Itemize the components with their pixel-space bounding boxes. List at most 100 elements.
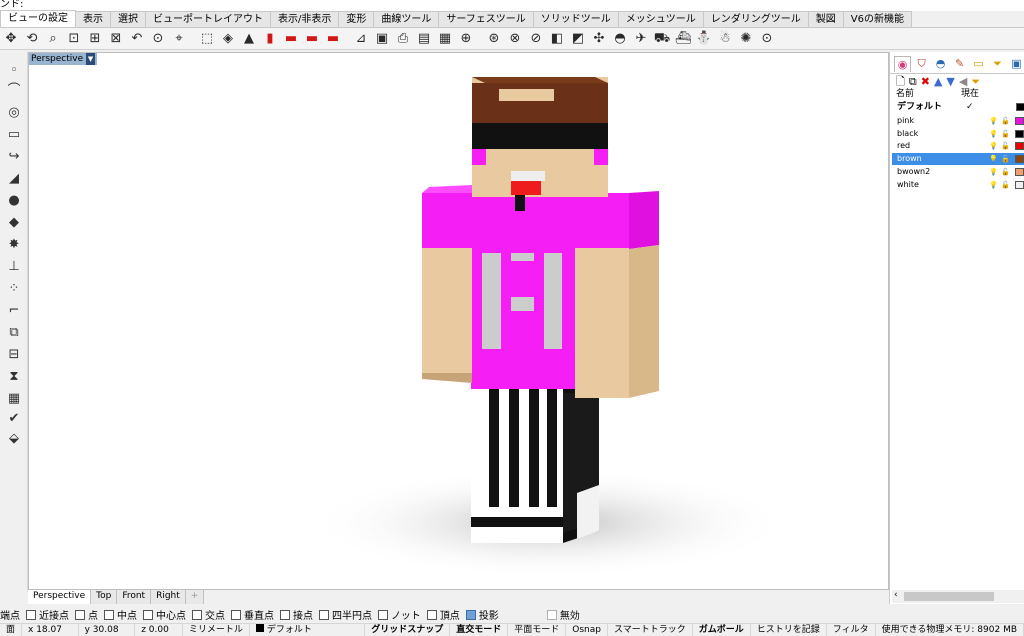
osnap-icon[interactable]: ⊙	[758, 30, 776, 48]
car-red2-icon[interactable]: ▬	[282, 30, 300, 48]
layer-color-swatch[interactable]	[1015, 117, 1024, 125]
checkbox-box[interactable]	[280, 609, 290, 620]
move-left-icon[interactable]: ◀	[959, 75, 967, 89]
car-icon[interactable]: ▲	[240, 30, 258, 48]
menu-tab[interactable]: メッシュツール	[617, 11, 704, 27]
lock-icon[interactable]: 🔓	[1001, 128, 1010, 140]
status-cplane[interactable]: 面	[0, 624, 23, 636]
osnap-checkbox[interactable]: 中心点	[143, 607, 186, 622]
lock-icon[interactable]: 🔓	[1001, 140, 1010, 152]
paint-bucket-icon[interactable]: ⬙	[4, 430, 24, 448]
folder-tab-icon[interactable]: ▭	[970, 56, 987, 72]
menu-tab[interactable]: 曲線ツール	[373, 11, 440, 27]
rectangle-icon[interactable]: ▭	[4, 126, 24, 144]
visibility-bulb-icon[interactable]: 💡	[989, 140, 998, 152]
viewport-menu-arrow-icon[interactable]: ▼	[86, 53, 96, 65]
osnap-checkbox[interactable]: 近接点	[26, 607, 69, 622]
target2-icon[interactable]: ⊗	[506, 30, 524, 48]
grid-icon[interactable]: ▦	[4, 390, 24, 408]
osnap-checkbox[interactable]: ノット	[378, 607, 421, 622]
checkbox-box[interactable]	[192, 609, 202, 620]
analyze-icon[interactable]: ⊟	[4, 346, 24, 364]
viewport-tab-front[interactable]: Front	[117, 590, 152, 604]
osnap-checkbox[interactable]: 点	[75, 607, 98, 622]
perspective-icon[interactable]: ⬚	[198, 30, 216, 48]
delete-layer-icon[interactable]: ✖	[921, 75, 930, 89]
dimension-icon[interactable]: ⊥	[4, 258, 24, 276]
move-down-icon[interactable]: ▼	[946, 75, 954, 89]
render-icon[interactable]: ⧗	[4, 368, 24, 386]
undo-view-icon[interactable]: ↶	[128, 30, 146, 48]
smarttrack-toggle[interactable]: スマートトラック	[608, 624, 693, 636]
walk-icon[interactable]: ☃	[716, 30, 734, 48]
menu-tab[interactable]: レンダリングツール	[702, 11, 809, 27]
viewport-tab-top[interactable]: Top	[91, 590, 118, 604]
layout-icon[interactable]: ▤	[415, 30, 433, 48]
cplane-icon[interactable]: ▦	[436, 30, 454, 48]
visibility-bulb-icon[interactable]: 💡	[989, 128, 998, 140]
menu-tab[interactable]: ソリッドツール	[532, 11, 619, 27]
layer-row[interactable]: red 💡 🔓	[892, 140, 1024, 152]
properties-tab-icon[interactable]: ⛉	[913, 56, 930, 72]
ortho-toggle[interactable]: 直交モード	[450, 624, 509, 636]
lock-icon[interactable]: 🔓	[1001, 115, 1010, 127]
lock-icon[interactable]: 🔓	[1001, 179, 1010, 191]
checkbox-box[interactable]	[104, 609, 114, 620]
object-props-icon[interactable]: ◧	[548, 30, 566, 48]
osnap-disable-checkbox[interactable]: 無効	[546, 607, 580, 622]
mesh-icon[interactable]: ◆	[4, 214, 24, 232]
add-viewport-icon[interactable]: +	[185, 590, 205, 604]
move-up-icon[interactable]: ▲	[934, 75, 942, 89]
planar-toggle[interactable]: 平面モード	[508, 624, 567, 636]
menu-tab[interactable]: 変形	[338, 11, 375, 27]
layer-color-swatch[interactable]	[1015, 129, 1024, 138]
materials-tab-icon[interactable]: ✎	[951, 56, 968, 72]
visibility-bulb-icon[interactable]: 💡	[989, 166, 998, 178]
check-icon[interactable]: ✔	[4, 410, 24, 428]
checkbox-box[interactable]	[75, 609, 85, 620]
layer-row[interactable]: brown 💡 🔓	[892, 153, 1024, 166]
checkbox-box[interactable]	[546, 609, 557, 620]
cplane-top-icon[interactable]: ◓	[611, 30, 629, 48]
menu-tab[interactable]: ビューの設定	[0, 10, 76, 27]
status-layer[interactable]: デフォルト	[250, 624, 366, 636]
set-cplane-icon[interactable]: ⊿	[352, 30, 370, 48]
layer-row-default[interactable]: デフォルト ✓	[892, 101, 1024, 113]
grid-snap-toggle[interactable]: グリッドスナップ	[365, 624, 451, 636]
new-sublayer-icon[interactable]: ⧉	[909, 75, 917, 89]
named-view-icon[interactable]: ⌖	[170, 30, 188, 48]
osnap-toggle[interactable]: Osnap	[566, 624, 608, 636]
layer-row[interactable]: black 💡 🔓	[892, 128, 1024, 140]
viewport-tab-right[interactable]: Right	[151, 590, 186, 604]
visibility-bulb-icon[interactable]: 💡	[989, 153, 998, 165]
display-tab-icon[interactable]: ▣	[1008, 56, 1024, 72]
filter-toggle[interactable]: フィルタ	[827, 624, 876, 636]
checkbox-box[interactable]	[143, 609, 153, 620]
menu-tab[interactable]: 表示	[75, 11, 111, 27]
osnap-checkbox[interactable]: 交点	[192, 607, 225, 622]
osnap-checkbox[interactable]: 接点	[280, 607, 313, 622]
layer-color-swatch[interactable]	[1015, 180, 1024, 189]
layer-color-swatch[interactable]	[1015, 142, 1024, 151]
render-icon[interactable]: ◩	[569, 30, 587, 48]
boolean-icon[interactable]: ⧉	[4, 324, 24, 342]
target3-icon[interactable]: ⊘	[527, 30, 545, 48]
light-icon[interactable]: ✺	[737, 30, 755, 48]
zoom-window-icon[interactable]: ⊡	[65, 30, 83, 48]
car-red-icon[interactable]: ▮	[261, 30, 279, 48]
menu-tab[interactable]: サーフェスツール	[438, 11, 534, 27]
scroll-left-icon[interactable]: ‹	[894, 590, 898, 600]
command-line[interactable]: ンド:	[0, 0, 1024, 11]
zoom-target-icon[interactable]: ⊙	[149, 30, 167, 48]
osnap-checkbox[interactable]: 中点	[104, 607, 137, 622]
osnap-checkbox[interactable]: 端点	[0, 607, 20, 622]
zoom-extents-icon[interactable]: ⊞	[86, 30, 104, 48]
panel-horizontal-scrollbar[interactable]: ‹	[892, 590, 1024, 603]
viewport-title[interactable]: Perspective ▼	[29, 53, 98, 65]
target-icon[interactable]: ⊛	[485, 30, 503, 48]
checkbox-box[interactable]	[378, 609, 388, 620]
menu-tab[interactable]: 表示/非表示	[270, 11, 340, 27]
osnap-checkbox[interactable]: 投影	[465, 607, 499, 622]
menu-tab[interactable]: 選択	[110, 11, 146, 27]
layer-row[interactable]: pink 💡 🔓	[892, 115, 1024, 127]
